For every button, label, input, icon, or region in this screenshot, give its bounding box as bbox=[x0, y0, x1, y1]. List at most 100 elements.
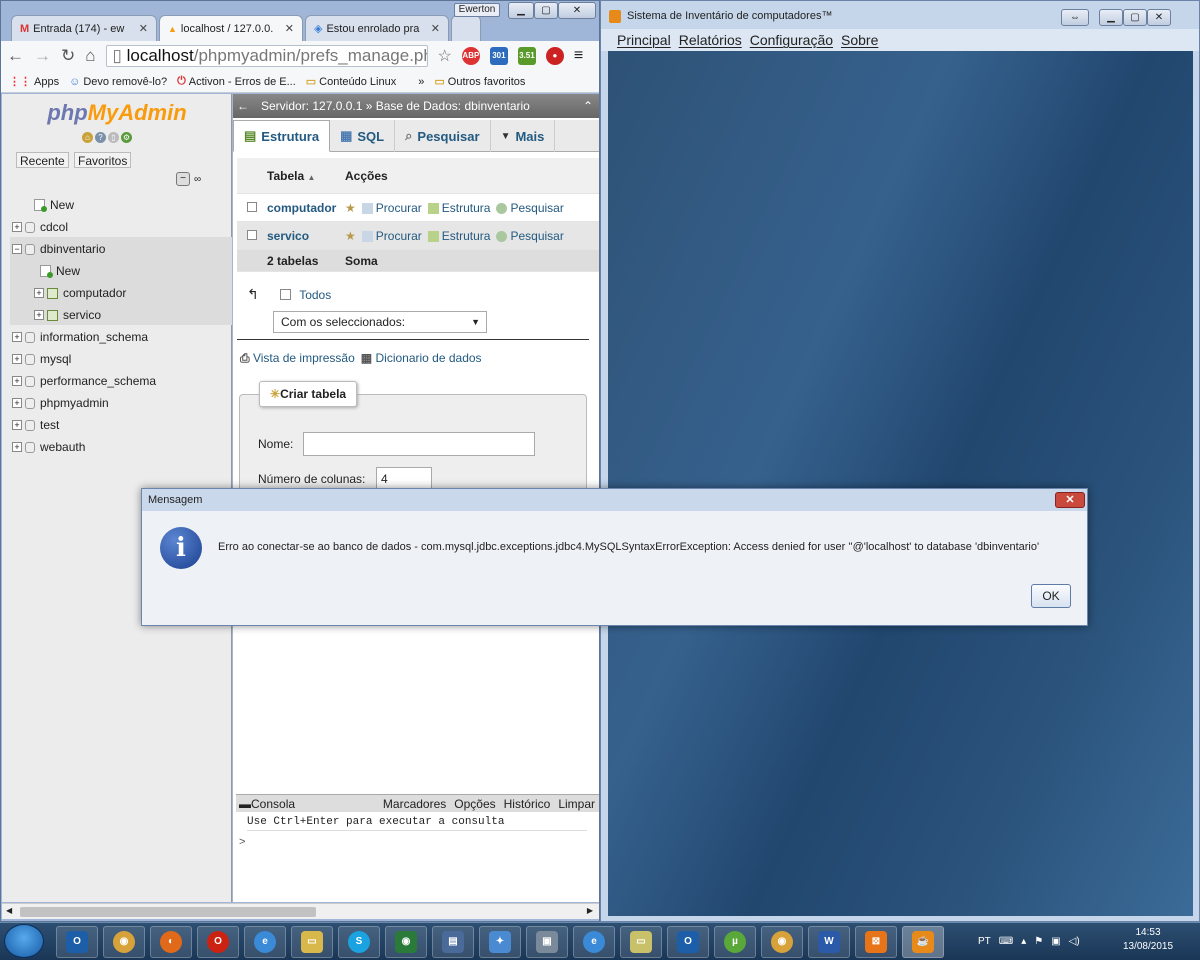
expand-icon[interactable]: + bbox=[34, 288, 44, 298]
docs-icon[interactable]: ▯ bbox=[108, 132, 119, 143]
close-window-button[interactable]: ✕ bbox=[558, 2, 596, 19]
scroll-left-icon[interactable]: ◀ bbox=[6, 906, 12, 915]
keyboard-icon[interactable]: ⌨ bbox=[999, 936, 1013, 947]
extension-301-icon[interactable]: 301 bbox=[489, 47, 508, 65]
bookmark-linux[interactable]: ▭ Conteúdo Linux bbox=[306, 75, 396, 89]
taskbar-eye-app[interactable]: ◉ bbox=[385, 925, 427, 958]
favorite-star-icon[interactable]: ★ bbox=[345, 229, 356, 243]
maximize-button[interactable]: ▢ bbox=[1123, 9, 1147, 26]
bookmark-others[interactable]: ▭ Outros favoritos bbox=[434, 75, 525, 89]
table-name-link[interactable]: computador bbox=[267, 201, 345, 215]
console-options[interactable]: Opções bbox=[454, 797, 495, 811]
tree-item-new-table[interactable]: New bbox=[12, 260, 230, 282]
console-bookmarks[interactable]: Marcadores bbox=[383, 797, 446, 811]
taskbar-ie[interactable]: e bbox=[244, 925, 286, 958]
row-checkbox[interactable] bbox=[247, 201, 257, 212]
home-icon[interactable]: ⌂ bbox=[85, 46, 95, 66]
scrollbar-thumb[interactable] bbox=[20, 907, 316, 917]
browse-link[interactable]: Procurar bbox=[361, 229, 422, 243]
structure-link[interactable]: Estrutura bbox=[427, 201, 490, 215]
back-icon[interactable]: ← bbox=[7, 46, 24, 66]
tree-item-dbinventario[interactable]: − dbinventario bbox=[12, 238, 230, 260]
taskbar-xampp[interactable]: ⊠ bbox=[855, 925, 897, 958]
taskbar-ie2[interactable]: e bbox=[573, 925, 615, 958]
table-name-input[interactable] bbox=[303, 432, 535, 456]
language-indicator[interactable]: PT bbox=[978, 936, 991, 947]
data-dictionary-link[interactable]: ▦ Dicionario de dados bbox=[361, 351, 482, 366]
bookmark-activon[interactable]: ⏻ Activon - Erros de E... bbox=[177, 75, 296, 88]
taskbar-camera[interactable]: ▣ bbox=[526, 925, 568, 958]
console-toggle[interactable]: ▬Consola bbox=[239, 797, 295, 811]
extension-351-icon[interactable]: 3.51 bbox=[517, 47, 536, 65]
menu-sobre[interactable]: Sobre bbox=[841, 32, 878, 48]
expand-icon[interactable]: + bbox=[12, 420, 22, 430]
opera-stop-icon[interactable]: ● bbox=[545, 47, 564, 65]
taskbar-tools[interactable]: ✦ bbox=[479, 925, 521, 958]
collapse-top-icon[interactable]: ⌃ bbox=[583, 94, 593, 118]
close-icon[interactable]: ✕ bbox=[431, 22, 440, 35]
link-icon[interactable]: ∞ bbox=[194, 174, 201, 185]
taskbar-outlook[interactable]: O bbox=[56, 925, 98, 958]
flag-icon[interactable]: ⚑ bbox=[1034, 936, 1043, 947]
favorites-button[interactable]: Favoritos bbox=[74, 152, 132, 168]
close-icon[interactable]: ✕ bbox=[285, 22, 294, 35]
taskbar-network[interactable]: ▤ bbox=[432, 925, 474, 958]
tab-phpmyadmin[interactable]: ▲ localhost / 127.0.0. ✕ bbox=[159, 15, 303, 41]
close-icon[interactable]: ✕ bbox=[139, 22, 148, 35]
expand-icon[interactable]: + bbox=[12, 442, 22, 452]
taskbar-word[interactable]: W bbox=[808, 925, 850, 958]
adblock-icon[interactable]: ABP bbox=[461, 47, 480, 65]
menu-icon[interactable]: ≡ bbox=[574, 47, 583, 65]
tab-gmail[interactable]: M Entrada (174) - ew ✕ bbox=[11, 15, 157, 41]
tab-forum[interactable]: ◈ Estou enrolado pra ✕ bbox=[305, 15, 449, 41]
row-checkbox[interactable] bbox=[247, 229, 257, 240]
expand-icon[interactable]: + bbox=[12, 332, 22, 342]
settings-icon[interactable]: ⚙ bbox=[121, 132, 132, 143]
table-name-link[interactable]: servico bbox=[267, 229, 345, 243]
recent-button[interactable]: Recente bbox=[16, 152, 69, 168]
print-view-link[interactable]: ⎙ Vista de impressão bbox=[240, 351, 355, 366]
reload-icon[interactable]: ↻ bbox=[61, 46, 75, 66]
scroll-right-icon[interactable]: ▶ bbox=[587, 906, 593, 915]
clock[interactable]: 14:53 13/08/2015 bbox=[1108, 926, 1188, 954]
browse-link[interactable]: Procurar bbox=[361, 201, 422, 215]
tab-mais[interactable]: ▼ Mais bbox=[491, 120, 556, 152]
restore-icon[interactable]: ⇔ bbox=[1061, 9, 1089, 26]
expand-icon[interactable]: + bbox=[12, 376, 22, 386]
close-icon[interactable]: ✕ bbox=[1055, 492, 1085, 508]
profile-button[interactable]: Ewerton bbox=[454, 3, 500, 17]
address-bar[interactable]: ▯ localhost/phpmyadmin/prefs_manage.ph bbox=[105, 45, 428, 67]
tree-item-phpmyadmin[interactable]: + phpmyadmin bbox=[12, 392, 230, 414]
console-input[interactable]: > bbox=[239, 836, 245, 848]
with-selected-select[interactable]: Com os seleccionados: ▼ bbox=[273, 311, 487, 333]
search-link[interactable]: Pesquisar bbox=[496, 229, 564, 243]
menu-principal[interactable]: Principal bbox=[617, 32, 671, 48]
collapse-nav-icon[interactable]: ← bbox=[237, 94, 249, 118]
breadcrumb-text[interactable]: Servidor: 127.0.0.1 » Base de Dados: dbi… bbox=[261, 99, 530, 113]
expand-icon[interactable]: + bbox=[12, 398, 22, 408]
tree-item-webauth[interactable]: + webauth bbox=[12, 436, 230, 458]
taskbar-chrome2[interactable]: ◉ bbox=[761, 925, 803, 958]
home-icon[interactable]: ⌂ bbox=[82, 132, 93, 143]
expand-icon[interactable]: + bbox=[12, 222, 22, 232]
bookmark-overflow[interactable]: » bbox=[418, 76, 424, 88]
console-clear[interactable]: Limpar bbox=[558, 797, 595, 811]
taskbar-chrome[interactable]: ◉ bbox=[103, 925, 145, 958]
tab-pesquisar[interactable]: ⌕ Pesquisar bbox=[395, 120, 491, 152]
tree-item-new[interactable]: New bbox=[12, 194, 230, 216]
taskbar-explorer[interactable]: ▭ bbox=[291, 925, 333, 958]
close-window-button[interactable]: ✕ bbox=[1147, 9, 1171, 26]
tree-item-information-schema[interactable]: + information_schema bbox=[12, 326, 230, 348]
minimize-button[interactable]: ▁ bbox=[1099, 9, 1123, 26]
new-tab-button[interactable] bbox=[451, 15, 481, 41]
bookmark-devo[interactable]: ☺ Devo removê-lo? bbox=[69, 76, 167, 88]
collapse-all-icon[interactable]: − bbox=[176, 172, 190, 186]
forward-icon[interactable]: → bbox=[34, 46, 51, 66]
ok-button[interactable]: OK bbox=[1031, 584, 1071, 608]
network-tray-icon[interactable]: ▣ bbox=[1051, 936, 1060, 947]
taskbar-opera[interactable]: O bbox=[197, 925, 239, 958]
taskbar-outlook2[interactable]: O bbox=[667, 925, 709, 958]
menu-configuracao[interactable]: Configuração bbox=[750, 32, 833, 48]
volume-icon[interactable]: ◁) bbox=[1069, 936, 1080, 947]
structure-link[interactable]: Estrutura bbox=[427, 229, 490, 243]
